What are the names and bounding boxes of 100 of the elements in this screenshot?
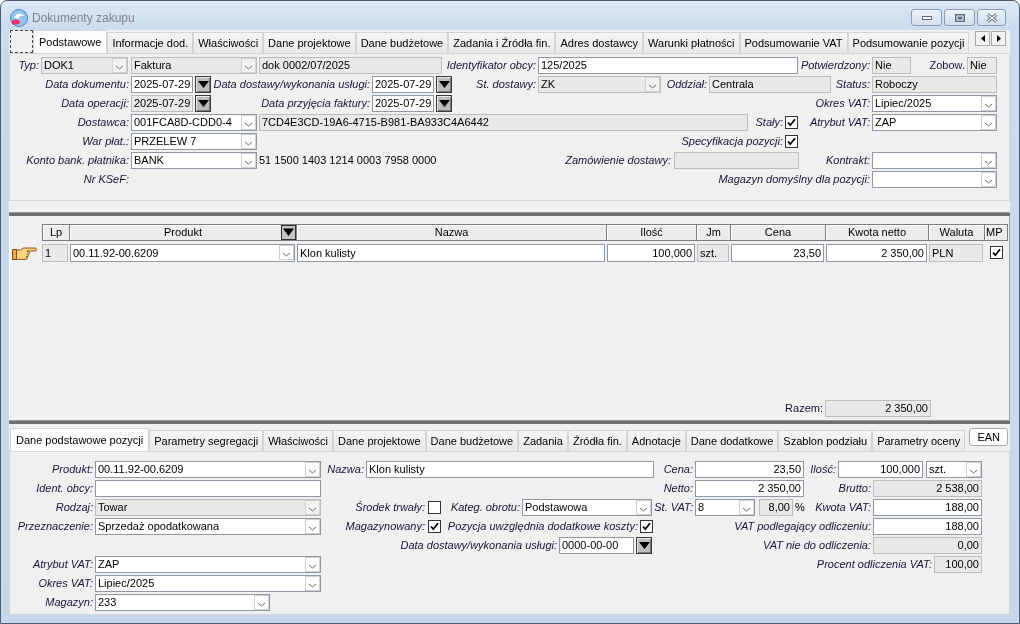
table-cell[interactable]: 100,000 xyxy=(607,243,695,262)
scroll-right-button[interactable] xyxy=(991,31,1006,46)
column-header[interactable]: Kwota netto xyxy=(826,224,929,241)
input-field[interactable]: Klon kulisty xyxy=(366,461,654,478)
table-cell[interactable]: 2 350,00 xyxy=(826,243,927,262)
chevron-down-icon[interactable] xyxy=(254,595,269,610)
tab[interactable]: Szablon podziału xyxy=(778,430,873,451)
tab[interactable]: Źródła fin. xyxy=(567,430,627,451)
chevron-down-icon[interactable] xyxy=(981,96,996,111)
tab[interactable]: Właściwości xyxy=(193,32,264,53)
scroll-left-button[interactable] xyxy=(975,31,990,46)
chevron-down-icon[interactable] xyxy=(305,576,320,591)
tab[interactable]: Właściwości xyxy=(263,430,334,451)
input-field[interactable]: 188,00 xyxy=(873,518,982,535)
chevron-down-icon[interactable] xyxy=(636,500,651,515)
chevron-down-icon[interactable] xyxy=(966,462,981,477)
date-field[interactable]: 0000-00-00 xyxy=(559,537,634,554)
combo-box[interactable]: szt. xyxy=(926,461,982,478)
tab[interactable]: Dane projektowe xyxy=(333,430,426,451)
tab[interactable]: Podsumowanie VAT xyxy=(739,32,848,53)
tab[interactable]: Parametry oceny xyxy=(872,430,966,451)
combo-box[interactable]: 001FCA8D-CDD0-4 xyxy=(131,114,257,131)
combo-box[interactable]: PRZELEW 7 xyxy=(131,133,257,150)
combo-box[interactable]: ZAP xyxy=(872,114,997,131)
checkbox[interactable] xyxy=(428,520,441,533)
tab[interactable]: Adres dostawcy xyxy=(555,32,644,53)
field-label: Specyfikacja pozycji: xyxy=(681,134,783,149)
input-field[interactable]: 23,50 xyxy=(695,461,804,478)
chevron-down-icon[interactable] xyxy=(241,153,256,168)
tab[interactable]: Podstawowe xyxy=(33,30,108,53)
input-field[interactable]: 188,00 xyxy=(873,499,982,516)
chevron-down-icon[interactable] xyxy=(981,115,996,130)
chevron-down-icon[interactable] xyxy=(305,462,320,477)
field-label: Ident. obcy: xyxy=(36,481,93,496)
tab[interactable]: Parametry segregacji xyxy=(149,430,264,451)
combo-box[interactable] xyxy=(872,171,997,188)
tab[interactable]: Dane dodatkowe xyxy=(685,430,779,451)
calendar-button[interactable] xyxy=(195,95,211,112)
checkbox[interactable] xyxy=(990,246,1003,259)
date-field[interactable]: 2025-07-29 xyxy=(372,76,434,93)
tab[interactable]: Warunki płatności xyxy=(643,32,740,53)
input-field[interactable]: 100,000 xyxy=(838,461,923,478)
ean-button[interactable]: EAN xyxy=(969,428,1008,446)
chevron-down-icon[interactable] xyxy=(279,245,294,260)
chevron-down-icon[interactable] xyxy=(739,500,754,515)
input-field[interactable] xyxy=(95,480,321,497)
checkbox[interactable] xyxy=(785,135,798,148)
column-header[interactable]: Waluta xyxy=(929,224,985,241)
tab[interactable]: Dane projektowe xyxy=(263,32,356,53)
table-cell[interactable]: Klon kulisty xyxy=(297,243,605,262)
checkbox[interactable] xyxy=(428,501,441,514)
combo-box[interactable]: Lipiec/2025 xyxy=(872,95,997,112)
chevron-down-icon[interactable] xyxy=(241,134,256,149)
combo-box[interactable]: 233 xyxy=(95,594,270,611)
tab[interactable]: Zadania xyxy=(518,430,568,451)
calendar-button[interactable] xyxy=(436,76,452,93)
combo-box[interactable]: Sprzedaż opodatkowana xyxy=(95,518,321,535)
tab[interactable]: Podsumowanie pozycji xyxy=(847,32,970,53)
chevron-down-icon[interactable] xyxy=(305,519,320,534)
calendar-button[interactable] xyxy=(636,537,652,554)
close-button[interactable] xyxy=(977,9,1006,26)
calendar-button[interactable] xyxy=(436,95,452,112)
value-text: % xyxy=(795,500,805,515)
minimize-button[interactable] xyxy=(911,9,942,26)
tab[interactable]: Zadania i Źródła fin. xyxy=(448,32,556,53)
column-header[interactable]: Cena xyxy=(731,224,826,241)
column-header[interactable]: Produkt xyxy=(70,224,297,241)
combo-box[interactable]: Lipiec/2025 xyxy=(95,575,321,592)
combo-box[interactable] xyxy=(872,152,997,169)
date-field[interactable]: 2025-07-29 xyxy=(372,95,434,112)
date-field[interactable]: 2025-07-29 xyxy=(131,76,193,93)
tab[interactable]: Adnotacje xyxy=(626,430,686,451)
tab[interactable]: Informacje dod. xyxy=(107,32,194,53)
input-field[interactable]: 125/2025 xyxy=(538,57,798,74)
chevron-down-icon[interactable] xyxy=(981,172,996,187)
chevron-down-icon[interactable] xyxy=(981,153,996,168)
combo-box[interactable]: Podstawowa xyxy=(522,499,652,516)
tab[interactable]: Dane budżetowe xyxy=(425,430,519,451)
maximize-button[interactable] xyxy=(944,9,975,26)
column-header[interactable]: Ilość xyxy=(607,224,697,241)
calendar-button[interactable] xyxy=(195,76,211,93)
table-cell[interactable]: 23,50 xyxy=(731,243,824,262)
combo-box[interactable]: 00.11.92-00.6209 xyxy=(70,243,295,262)
input-field[interactable]: 2 350,00 xyxy=(695,480,804,497)
column-header[interactable]: MP xyxy=(985,224,1008,241)
column-header[interactable]: Jm xyxy=(697,224,731,241)
combo-box[interactable]: 8 xyxy=(695,499,755,516)
combo-box[interactable]: 00.11.92-00.6209 xyxy=(95,461,321,478)
tab[interactable]: Dane budżetowe xyxy=(355,32,449,53)
column-header[interactable]: Lp xyxy=(42,224,70,241)
input-field[interactable]: 2 350,00 xyxy=(825,400,931,417)
column-header[interactable]: Nazwa xyxy=(297,224,607,241)
field-label: Data operacji: xyxy=(61,96,129,111)
tab[interactable]: Dane podstawowe pozycji xyxy=(10,428,150,451)
combo-box[interactable]: ZAP xyxy=(95,556,321,573)
chevron-down-icon[interactable] xyxy=(305,557,320,572)
checkbox[interactable] xyxy=(785,116,798,129)
combo-box[interactable]: BANK xyxy=(131,152,257,169)
checkbox[interactable] xyxy=(640,520,653,533)
chevron-down-icon[interactable] xyxy=(241,115,256,130)
